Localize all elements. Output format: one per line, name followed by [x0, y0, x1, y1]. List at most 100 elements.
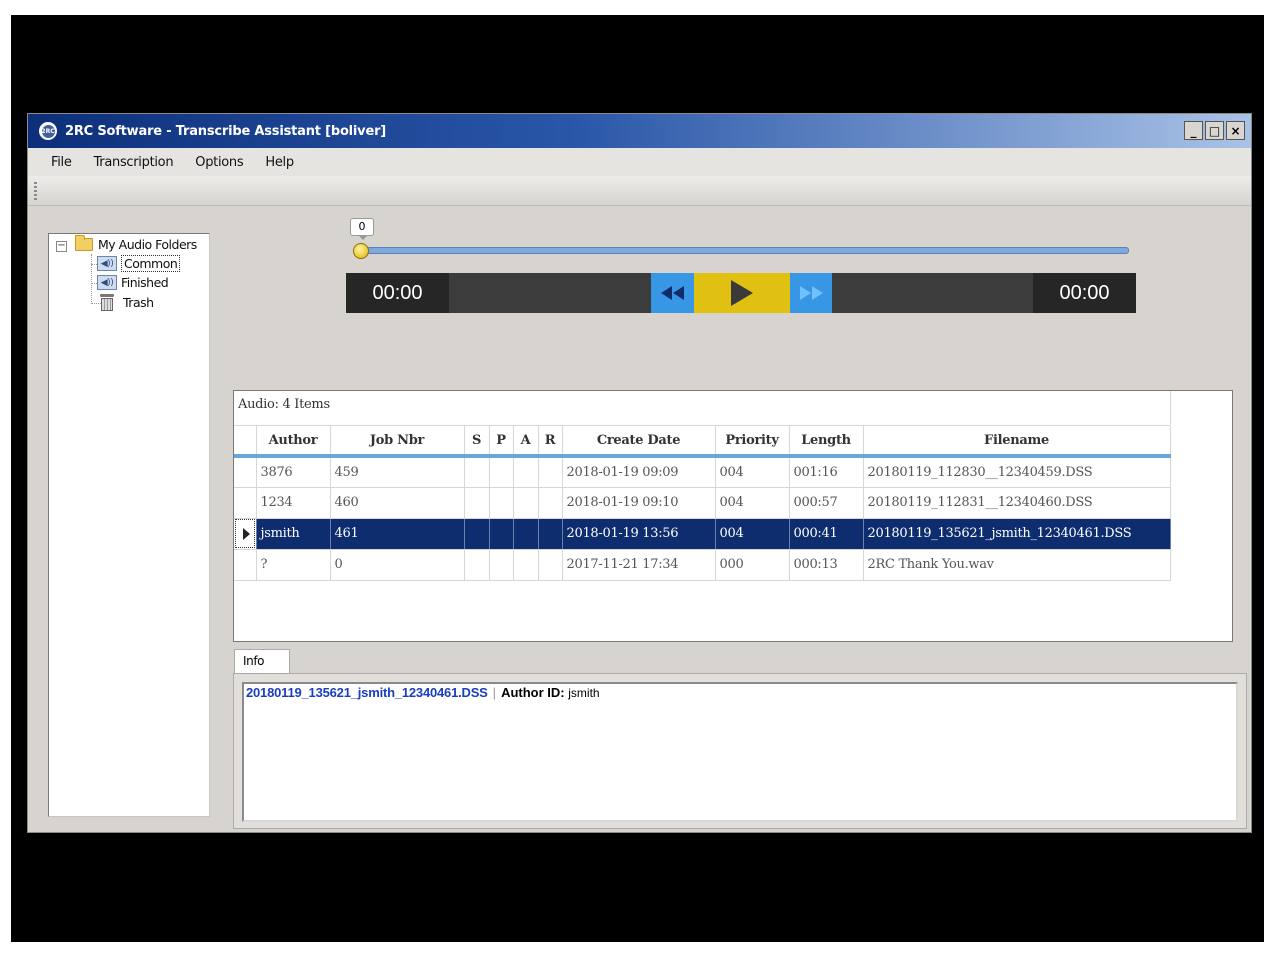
grid-caption: Audio: 4 Items: [238, 397, 330, 412]
tab-info[interactable]: Info: [234, 649, 290, 674]
title-bar[interactable]: 2RC 2RC Software - Transcribe Assistant …: [28, 114, 1251, 148]
table-row[interactable]: ? 0 2017-11-21 17:34 000 000:13 2RC Than…: [234, 549, 1171, 581]
maximize-button[interactable]: □: [1205, 121, 1224, 140]
menu-file[interactable]: File: [40, 155, 83, 170]
audio-folder-icon: ◀)): [97, 275, 117, 290]
cell-a[interactable]: [513, 487, 539, 519]
cell-filename[interactable]: 2RC Thank You.wav: [863, 549, 1171, 581]
toolbar: [28, 176, 1251, 206]
cell-priority[interactable]: 000: [715, 549, 790, 581]
collapse-icon[interactable]: −: [56, 241, 67, 252]
cell-priority[interactable]: 004: [715, 456, 790, 488]
cell-job-nbr[interactable]: 459: [330, 456, 465, 488]
cell-filename[interactable]: 20180119_112830__12340459.DSS: [863, 456, 1171, 488]
cell-a[interactable]: [513, 456, 539, 488]
cell-p[interactable]: [489, 487, 514, 519]
play-button[interactable]: [694, 273, 790, 313]
column-header-p[interactable]: P: [489, 426, 514, 458]
info-author-value: jsmith: [568, 686, 600, 700]
column-header-r[interactable]: R: [538, 426, 563, 458]
audio-folder-icon: ◀)): [97, 256, 117, 271]
cell-filename[interactable]: 20180119_112831__12340460.DSS: [863, 487, 1171, 519]
row-header[interactable]: [234, 549, 257, 581]
rewind-icon: [660, 286, 684, 300]
info-separator: |: [492, 685, 497, 700]
cell-p[interactable]: [489, 456, 514, 488]
table-row-selected[interactable]: jsmith 461 2018-01-19 13:56 004 000:41 2…: [234, 518, 1171, 550]
cell-create-date[interactable]: 2017-11-21 17:34: [562, 549, 716, 581]
menu-help[interactable]: Help: [254, 155, 304, 170]
cell-filename[interactable]: 20180119_135621_jsmith_12340461.DSS: [863, 518, 1171, 550]
cell-author[interactable]: ?: [256, 549, 331, 581]
fast-forward-button[interactable]: [790, 273, 832, 313]
cell-a[interactable]: [513, 549, 539, 581]
info-author-label: Author ID:: [501, 685, 565, 700]
cell-length[interactable]: 001:16: [789, 456, 864, 488]
cell-r[interactable]: [538, 549, 563, 581]
column-header-a[interactable]: A: [513, 426, 539, 458]
column-header-filename[interactable]: Filename: [863, 426, 1171, 458]
tree-node-label: Trash: [123, 294, 154, 310]
cell-r[interactable]: [538, 487, 563, 519]
row-header[interactable]: [234, 456, 257, 488]
cell-s[interactable]: [464, 549, 490, 581]
cell-job-nbr[interactable]: 460: [330, 487, 465, 519]
column-header-author[interactable]: Author: [256, 426, 331, 458]
cell-author[interactable]: 1234: [256, 487, 331, 519]
folder-icon: [75, 235, 93, 251]
column-header-length[interactable]: Length: [789, 426, 864, 458]
audio-table: Author Job Nbr S P A R Create Date Prior…: [234, 426, 1171, 581]
cell-priority[interactable]: 004: [715, 518, 790, 550]
cell-length[interactable]: 000:13: [789, 549, 864, 581]
tree-node-trash[interactable]: Trash: [97, 294, 154, 311]
column-header-create-date[interactable]: Create Date: [562, 426, 716, 458]
cell-length[interactable]: 000:41: [789, 518, 864, 550]
cell-author[interactable]: jsmith: [256, 518, 331, 550]
cell-priority[interactable]: 004: [715, 487, 790, 519]
close-button[interactable]: ×: [1226, 121, 1245, 140]
cell-job-nbr[interactable]: 0: [330, 549, 465, 581]
cell-s[interactable]: [464, 456, 490, 488]
cell-job-nbr[interactable]: 461: [330, 518, 465, 550]
current-row-arrow-icon: [243, 527, 250, 540]
cell-p[interactable]: [489, 518, 514, 550]
column-header-priority[interactable]: Priority: [715, 426, 790, 458]
tree-node-common[interactable]: ◀)) Common: [97, 255, 181, 272]
row-header[interactable]: [234, 487, 257, 519]
cell-a[interactable]: [513, 518, 539, 550]
cell-create-date[interactable]: 2018-01-19 09:09: [562, 456, 716, 488]
column-header-job-nbr[interactable]: Job Nbr: [330, 426, 465, 458]
cell-create-date[interactable]: 2018-01-19 13:56: [562, 518, 716, 550]
cell-r[interactable]: [538, 456, 563, 488]
tree-node-label: My Audio Folders: [98, 237, 197, 252]
position-tooltip: 0: [350, 218, 374, 240]
cell-p[interactable]: [489, 549, 514, 581]
table-row[interactable]: 3876 459 2018-01-19 09:09 004 001:16 201…: [234, 456, 1171, 488]
toolbar-grip[interactable]: [34, 182, 37, 200]
rewind-button[interactable]: [651, 273, 694, 313]
cell-length[interactable]: 000:57: [789, 487, 864, 519]
column-header-s[interactable]: S: [464, 426, 490, 458]
table-row[interactable]: 1234 460 2018-01-19 09:10 004 000:57 201…: [234, 487, 1171, 519]
info-box: 20180119_135621_jsmith_12340461.DSS | Auth…: [242, 682, 1238, 822]
cell-create-date[interactable]: 2018-01-19 09:10: [562, 487, 716, 519]
tree-node-my-audio-folders[interactable]: My Audio Folders: [75, 235, 197, 252]
cell-author[interactable]: 3876: [256, 456, 331, 488]
app-logo-icon: 2RC: [39, 122, 57, 140]
trash-icon: [99, 294, 115, 311]
elapsed-time: 00:00: [346, 273, 449, 313]
menu-transcription[interactable]: Transcription: [83, 155, 185, 170]
minimize-button[interactable]: _: [1184, 121, 1203, 140]
position-slider-track[interactable]: [361, 247, 1129, 254]
app-window: 2RC 2RC Software - Transcribe Assistant …: [27, 113, 1252, 833]
menu-options[interactable]: Options: [184, 155, 254, 170]
position-slider-thumb[interactable]: [353, 243, 369, 259]
row-header-corner: [234, 426, 257, 458]
row-header[interactable]: [234, 518, 257, 550]
tree-connector: [91, 254, 92, 304]
cell-r[interactable]: [538, 518, 563, 550]
cell-s[interactable]: [464, 518, 490, 550]
cell-s[interactable]: [464, 487, 490, 519]
tree-node-finished[interactable]: ◀)) Finished: [97, 275, 169, 290]
tree-node-label: Finished: [121, 275, 169, 290]
